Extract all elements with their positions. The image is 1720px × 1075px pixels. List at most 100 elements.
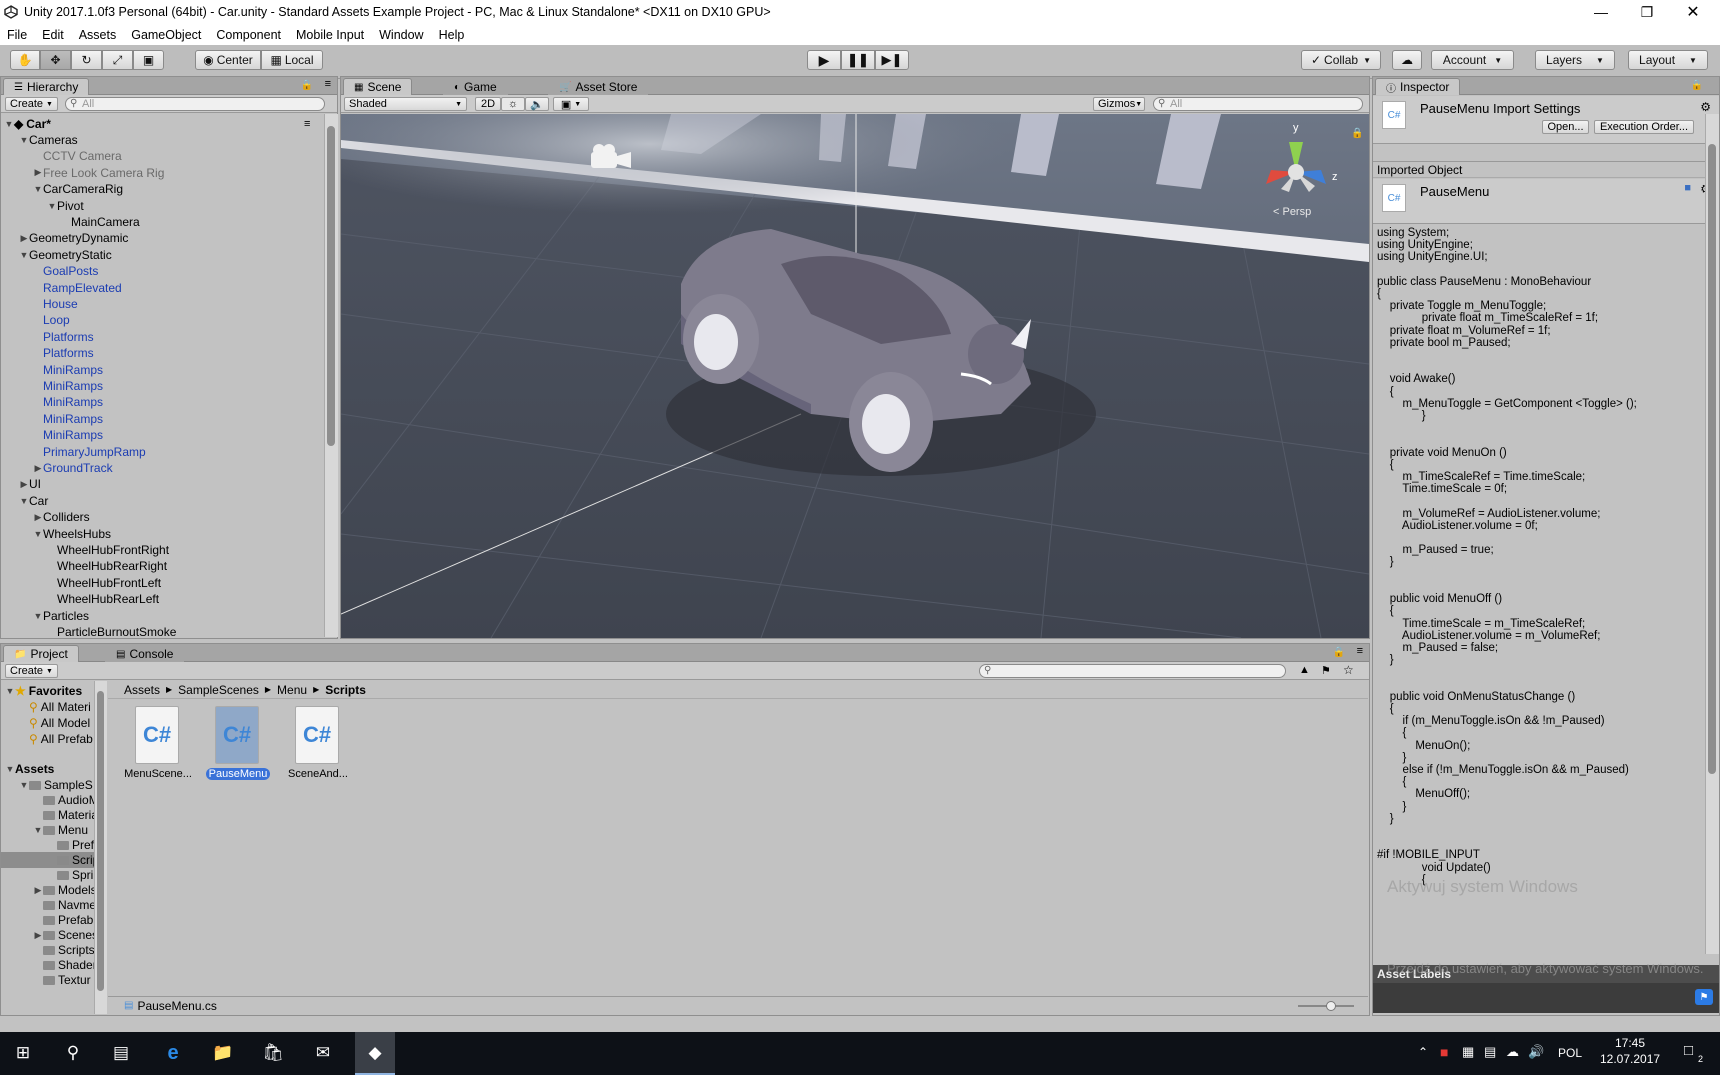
- gear-icon[interactable]: ⚙: [1700, 100, 1711, 114]
- show-hidden-icons[interactable]: ⌃: [1418, 1045, 1428, 1059]
- hierarchy-item[interactable]: ▼ GeometryStatic: [19, 247, 112, 263]
- hierarchy-item[interactable]: ▶ Colliders: [33, 509, 90, 525]
- icon-size-slider[interactable]: [1298, 1001, 1354, 1011]
- inspector-scrollbar[interactable]: [1705, 114, 1719, 954]
- pivot-local-button[interactable]: ▦ Local: [261, 50, 323, 70]
- folder-item[interactable]: Pref: [47, 837, 94, 853]
- menu-help[interactable]: Help: [439, 28, 465, 42]
- folder-tree-scrollbar[interactable]: [94, 681, 107, 1014]
- tray-device-icon[interactable]: ▦: [1462, 1044, 1474, 1060]
- expand-arrow-icon[interactable]: ▼: [47, 201, 57, 211]
- move-tool-button[interactable]: ✥: [40, 50, 71, 70]
- help-book-icon[interactable]: ■: [1684, 182, 1691, 194]
- close-button[interactable]: ✕: [1670, 0, 1716, 24]
- breadcrumb-scripts[interactable]: Scripts: [325, 683, 366, 697]
- folder-item[interactable]: Navme: [33, 897, 96, 913]
- expand-arrow-icon[interactable]: ▼: [33, 611, 43, 621]
- hierarchy-scrollbar[interactable]: [324, 114, 338, 637]
- hierarchy-item[interactable]: WheelHubRearRight: [47, 558, 167, 574]
- hierarchy-item[interactable]: MiniRamps: [33, 378, 103, 394]
- tray-app-icon[interactable]: ■: [1440, 1044, 1448, 1060]
- hierarchy-item[interactable]: ▼ Car: [19, 493, 49, 509]
- scale-tool-button[interactable]: ⤢: [102, 50, 133, 70]
- expand-arrow-icon[interactable]: ▶: [33, 885, 43, 896]
- hierarchy-item[interactable]: ▼ Cameras: [19, 132, 78, 148]
- hierarchy-item[interactable]: WheelHubFrontRight: [47, 542, 169, 558]
- menu-edit[interactable]: Edit: [42, 28, 64, 42]
- hierarchy-item[interactable]: ▼ CarCameraRig: [33, 181, 124, 197]
- hierarchy-item[interactable]: Loop: [33, 312, 70, 328]
- hierarchy-item[interactable]: MiniRamps: [33, 362, 103, 378]
- hierarchy-item[interactable]: ▼ Particles: [33, 608, 89, 624]
- notification-center-icon[interactable]: □: [1684, 1042, 1693, 1059]
- hierarchy-item[interactable]: GoalPosts: [33, 263, 98, 279]
- expand-arrow-icon[interactable]: ▼: [19, 250, 29, 260]
- hierarchy-item[interactable]: MiniRamps: [33, 411, 103, 427]
- panel-menu-icon[interactable]: ≡: [325, 78, 331, 90]
- folder-scroll-thumb[interactable]: [97, 691, 104, 991]
- account-dropdown[interactable]: Account ▼: [1431, 50, 1514, 70]
- expand-arrow-icon[interactable]: ▼: [19, 135, 29, 145]
- folder-item[interactable]: Shader: [33, 957, 97, 973]
- inspector-scroll-thumb[interactable]: [1708, 144, 1716, 774]
- toggle-2d-button[interactable]: 2D: [475, 97, 501, 111]
- minimize-button[interactable]: —: [1578, 0, 1624, 24]
- breadcrumb-assets[interactable]: Assets: [124, 683, 160, 697]
- tab-scene[interactable]: ▦ Scene: [343, 78, 413, 95]
- expand-arrow-icon[interactable]: ▼: [5, 686, 15, 696]
- hierarchy-item[interactable]: ▶ Free Look Camera Rig: [33, 165, 165, 181]
- hierarchy-item[interactable]: Platforms: [33, 329, 94, 345]
- execution-order-button[interactable]: Execution Order...: [1594, 120, 1694, 134]
- project-file-item[interactable]: C# MenuScene...: [120, 706, 196, 786]
- scene-search-input[interactable]: ⚲ All: [1153, 97, 1363, 111]
- cloud-sync-icon[interactable]: ☁: [1506, 1044, 1519, 1060]
- expand-arrow-icon[interactable]: ▼: [4, 119, 14, 129]
- effects-dropdown[interactable]: ▣ ▼: [553, 97, 589, 111]
- hierarchy-item[interactable]: MiniRamps: [33, 394, 103, 410]
- filter-type-icon[interactable]: ▲: [1299, 664, 1310, 676]
- layers-dropdown[interactable]: Layers ▼: [1535, 50, 1615, 70]
- hierarchy-item[interactable]: Platforms: [33, 345, 94, 361]
- hierarchy-item[interactable]: RampElevated: [33, 280, 122, 296]
- scene-render[interactable]: y z < Persp 🔒: [341, 114, 1369, 638]
- filter-label-icon[interactable]: ⚑: [1321, 664, 1331, 677]
- hierarchy-search-input[interactable]: ⚲ All: [65, 97, 325, 111]
- pivot-center-button[interactable]: ◉ Center: [195, 50, 261, 70]
- expand-arrow-icon[interactable]: ▶: [33, 463, 43, 474]
- menu-file[interactable]: File: [7, 28, 27, 42]
- scene-menu-icon[interactable]: ≡: [304, 118, 310, 130]
- menu-window[interactable]: Window: [379, 28, 423, 42]
- folder-item[interactable]: Spri: [47, 867, 93, 883]
- rect-tool-button[interactable]: ▣: [133, 50, 164, 70]
- layout-dropdown[interactable]: Layout ▼: [1628, 50, 1708, 70]
- pause-button[interactable]: ❚❚: [841, 50, 875, 70]
- hand-tool-button[interactable]: ✋: [10, 50, 40, 70]
- explorer-button[interactable]: 📁: [210, 1040, 236, 1066]
- search-button[interactable]: ⚲: [60, 1040, 86, 1066]
- favorites-header[interactable]: ▼ ★ Favorites: [5, 683, 83, 699]
- breadcrumb-samplescenes[interactable]: SampleScenes: [178, 683, 259, 697]
- hierarchy-item[interactable]: WheelHubRearLeft: [47, 591, 159, 607]
- store-button[interactable]: 🛍: [260, 1040, 286, 1066]
- expand-arrow-icon[interactable]: ▼: [19, 780, 29, 790]
- menu-mobile-input[interactable]: Mobile Input: [296, 28, 364, 42]
- language-indicator[interactable]: POL: [1558, 1046, 1582, 1060]
- expand-arrow-icon[interactable]: ▼: [19, 496, 29, 506]
- tab-game[interactable]: ◐ Game: [443, 78, 508, 95]
- unity-taskbar-button[interactable]: ◆: [355, 1032, 395, 1075]
- folder-item[interactable]: ▼ Menu: [33, 822, 89, 838]
- clock[interactable]: 17:45 12.07.2017: [1600, 1036, 1660, 1066]
- rotate-tool-button[interactable]: ↻: [71, 50, 102, 70]
- tab-asset-store[interactable]: 🛒 Asset Store: [548, 78, 649, 95]
- tab-console[interactable]: ▤ Console: [105, 645, 185, 662]
- menu-gameobject[interactable]: GameObject: [131, 28, 201, 42]
- lock-icon[interactable]: 🔒: [301, 80, 313, 91]
- lock-icon[interactable]: 🔒: [1691, 80, 1703, 91]
- scene-root[interactable]: ▼ ◆ Car* ≡: [4, 116, 311, 132]
- folder-item[interactable]: Materia: [33, 807, 98, 823]
- tab-inspector[interactable]: ⓘ Inspector: [1375, 78, 1461, 95]
- tab-hierarchy[interactable]: ☰ Hierarchy: [3, 78, 90, 95]
- favorite-star-icon[interactable]: ☆: [1343, 663, 1354, 677]
- favorite-item[interactable]: ⚲ All Prefab: [29, 731, 93, 747]
- folder-item[interactable]: Scrip: [1, 852, 101, 868]
